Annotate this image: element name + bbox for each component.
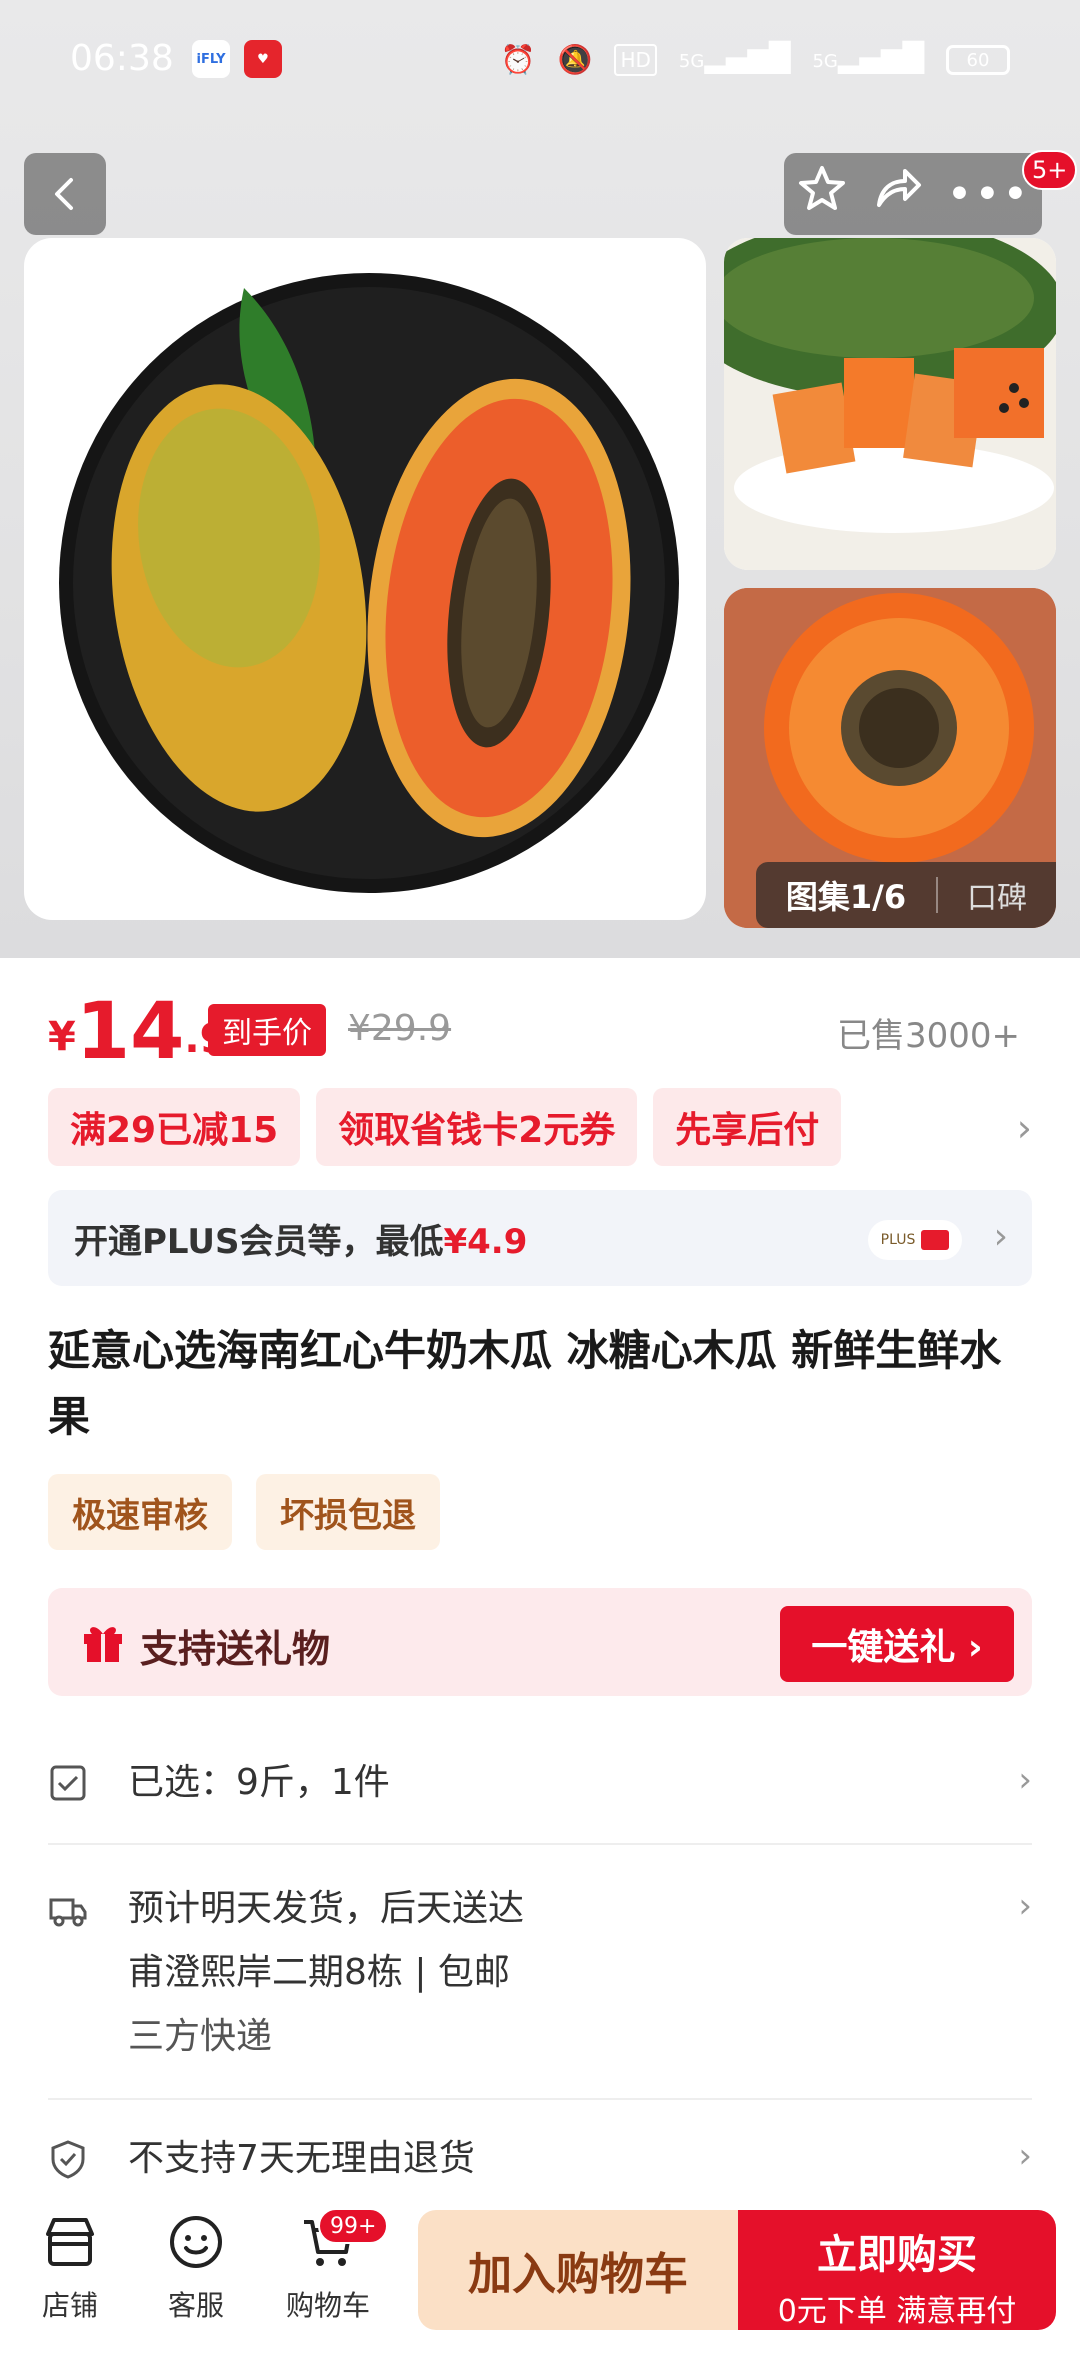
price: ¥ 14 .9	[48, 992, 227, 1072]
customer-service-icon	[170, 2216, 222, 2268]
send-gift-button[interactable]: 一键送礼 ›	[780, 1606, 1014, 1682]
price-integer: 14	[75, 987, 185, 1077]
more-icon[interactable]: •••	[946, 169, 1030, 220]
cart-count-badge: 99+	[318, 2208, 389, 2244]
gift-banner: 支持送礼物 一键送礼 ›	[48, 1588, 1032, 1696]
message-badge: 5+	[1022, 150, 1078, 190]
buy-now-label: 立即购买	[817, 2232, 977, 2278]
gallery-counter[interactable]: 图集1/6	[756, 872, 936, 918]
product-gallery: 06:38 iFLY ♥ ⏰ 🔕 HD 5G▂▄▆█ 5G▂▄▆█ 60 •••…	[0, 0, 1080, 958]
tag-damage-refund: 坏损包退	[256, 1474, 440, 1550]
plus-logo-icon: PLUS	[868, 1220, 962, 1260]
selected-spec-text: 已选：9斤，1件	[128, 1762, 390, 1803]
signal-icon-2: 5G▂▄▆█	[812, 41, 924, 74]
store-button[interactable]: 店铺	[20, 2212, 120, 2324]
cart-label: 购物车	[285, 2289, 370, 2322]
price-currency: ¥	[48, 1014, 76, 1060]
product-title: 延意心选海南红心牛奶木瓜 冰糖心木瓜 新鲜生鲜水果	[48, 1326, 1002, 1441]
tag-fast-review: 极速审核	[48, 1474, 232, 1550]
divider	[48, 2098, 1032, 2100]
buy-now-subtitle: 0元下单 满意再付	[777, 2294, 1017, 2329]
papaya-plate-image	[59, 273, 679, 893]
back-button[interactable]	[24, 153, 106, 235]
returns-row[interactable]: 不支持7天无理由退货 ›	[48, 2128, 1032, 2190]
service-label: 客服	[167, 2289, 224, 2322]
hd-icon: HD	[614, 44, 657, 76]
alarm-icon: ⏰	[500, 43, 536, 76]
gift-label: 支持送礼物	[140, 1627, 331, 1671]
gallery-switcher[interactable]: 图集1/6 口碑	[756, 862, 1056, 928]
store-icon	[46, 2218, 94, 2266]
papaya-cubes-image	[724, 238, 1056, 570]
store-label: 店铺	[41, 2289, 98, 2322]
status-icons: ⏰ 🔕 HD 5G▂▄▆█ 5G▂▄▆█ 60	[501, 40, 1010, 80]
main-product-image[interactable]	[24, 238, 706, 920]
chevron-left-icon	[55, 178, 73, 210]
status-time: 06:38	[70, 38, 174, 79]
chevron-right-icon: ›	[1018, 1886, 1032, 1926]
share-icon[interactable]	[871, 163, 923, 225]
mute-icon: 🔕	[557, 43, 593, 76]
selected-spec-row[interactable]: 已选：9斤，1件 ›	[48, 1752, 1032, 1814]
truck-icon	[49, 1898, 87, 1927]
chevron-right-icon[interactable]: ›	[1017, 1106, 1032, 1150]
promotion-list[interactable]: 满29已减15 领取省钱卡2元券 先享后付	[48, 1088, 842, 1166]
reviews-tab[interactable]: 口碑	[938, 873, 1056, 917]
delivery-row[interactable]: 预计明天发货，后天送达 甫澄熙岸二期8栋 | 包邮 三方快递 ›	[48, 1878, 1032, 2068]
thumbnail-image-1[interactable]	[724, 238, 1056, 570]
shield-icon	[51, 2140, 85, 2179]
status-bar: 06:38 iFLY ♥ ⏰ 🔕 HD 5G▂▄▆█ 5G▂▄▆█ 60	[0, 0, 1080, 120]
ifly-app-icon: iFLY	[192, 40, 230, 78]
delivery-time: 预计明天发货，后天送达	[128, 1888, 525, 1929]
promotion-discount[interactable]: 满29已减15	[48, 1088, 301, 1166]
gift-icon	[84, 1627, 122, 1662]
app-notification-icon: ♥	[244, 40, 282, 78]
sold-count: 已售3000+	[836, 1016, 1020, 1056]
chevron-right-icon: ›	[1018, 2136, 1032, 2176]
bottom-action-bar: 店铺 客服 购物车 99+ 加入购物车 立即购买 0元下单 满意再付	[0, 2190, 1080, 2376]
original-price: ¥29.9	[348, 1008, 452, 1049]
plus-text: 开通PLUS会员等，最低¥4.9	[74, 1221, 528, 1262]
promotion-coupon[interactable]: 领取省钱卡2元券	[316, 1088, 638, 1166]
divider	[48, 1843, 1032, 1845]
returns-policy: 不支持7天无理由退货	[128, 2138, 475, 2179]
service-tags: 极速审核 坏损包退	[48, 1474, 440, 1550]
add-to-cart-button[interactable]: 加入购物车	[418, 2210, 738, 2330]
header-actions: •••	[784, 153, 1042, 235]
battery-icon: 60	[946, 45, 1010, 75]
promotion-pay-later[interactable]: 先享后付	[653, 1088, 842, 1166]
plus-membership-banner[interactable]: 开通PLUS会员等，最低¥4.9 PLUS ›	[48, 1190, 1032, 1286]
final-price-badge: 到手价	[208, 1004, 326, 1056]
delivery-carrier: 三方快递	[128, 2016, 273, 2057]
checklist-icon	[50, 1765, 86, 1801]
buy-now-button[interactable]: 立即购买 0元下单 满意再付	[738, 2210, 1056, 2330]
customer-service-button[interactable]: 客服	[146, 2212, 246, 2324]
delivery-address: 甫澄熙岸二期8栋 | 包邮	[128, 1952, 510, 1993]
favorite-star-icon[interactable]	[796, 163, 848, 225]
signal-icon-1: 5G▂▄▆█	[678, 41, 791, 74]
chevron-right-icon: ›	[1018, 1760, 1032, 1800]
chevron-right-icon: ›	[993, 1216, 1008, 1257]
